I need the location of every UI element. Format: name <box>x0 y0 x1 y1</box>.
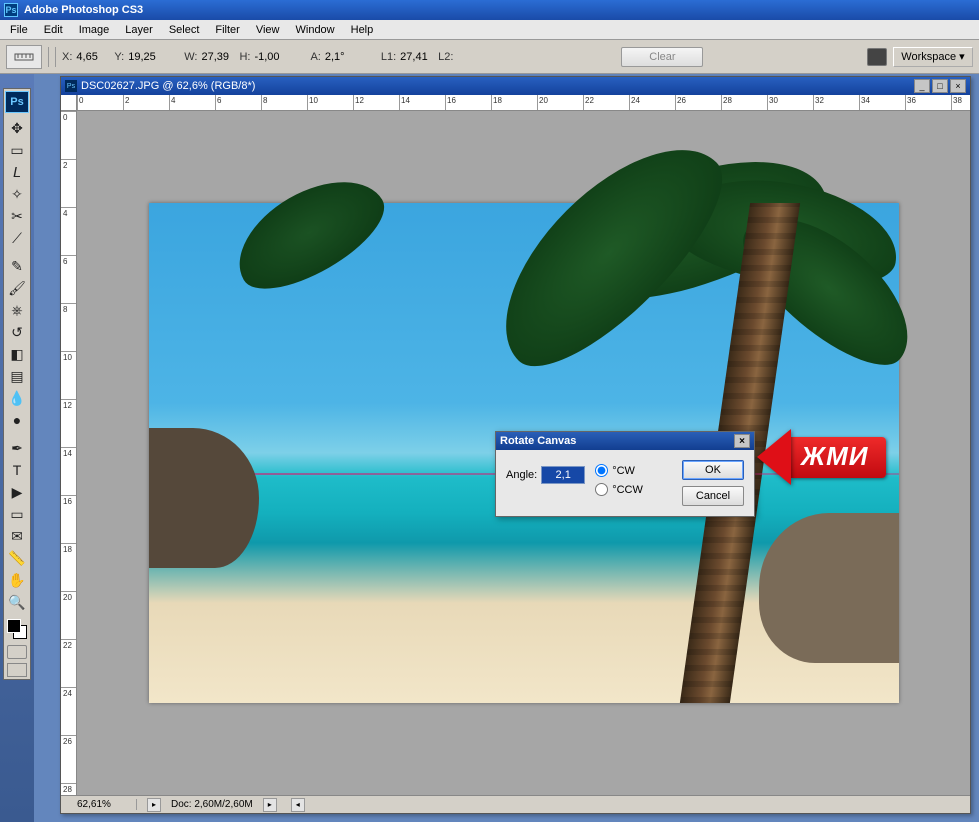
doc-minimize-button[interactable]: _ <box>914 79 930 93</box>
crop-tool[interactable]: ✂ <box>5 205 29 227</box>
document-titlebar[interactable]: Ps DSC02627.JPG @ 62,6% (RGB/8*) _ □ × <box>61 77 970 95</box>
rock-left <box>149 428 259 568</box>
hand-tool[interactable]: ✋ <box>5 569 29 591</box>
magic-wand-tool[interactable]: ✧ <box>5 183 29 205</box>
menu-window[interactable]: Window <box>288 22 343 38</box>
type-tool[interactable]: T <box>5 459 29 481</box>
toolbox-ps-badge: Ps <box>5 91 29 113</box>
dodge-tool[interactable]: ● <box>5 409 29 431</box>
field-h: H:-1,00 <box>239 51 286 63</box>
lasso-tool[interactable]: 𝘓 <box>5 161 29 183</box>
pen-tool[interactable]: ✒ <box>5 437 29 459</box>
field-w: W:27,39 <box>184 51 233 63</box>
ok-button[interactable]: OK <box>682 460 744 480</box>
field-l2: L2: <box>438 51 489 63</box>
quickmask-toggle[interactable] <box>7 645 27 659</box>
ccw-label: °CCW <box>612 484 643 496</box>
workspace-button[interactable]: Workspace ▾ <box>893 47 973 67</box>
screenmode-toggle[interactable] <box>7 663 27 677</box>
marquee-tool[interactable]: ▭ <box>5 139 29 161</box>
shape-tool[interactable]: ▭ <box>5 503 29 525</box>
doc-size-readout: Doc: 2,60M/2,60M <box>171 799 253 810</box>
eyedropper-tool[interactable]: 📏 <box>5 547 29 569</box>
menu-layer[interactable]: Layer <box>117 22 161 38</box>
ruler-horizontal[interactable]: 02468101214161820222426283032343638 <box>77 95 970 111</box>
brush-tool[interactable]: 🖌 <box>5 277 29 299</box>
menu-view[interactable]: View <box>248 22 288 38</box>
color-swatches[interactable] <box>7 619 27 639</box>
menu-image[interactable]: Image <box>71 22 118 38</box>
path-selection-tool[interactable]: ▶ <box>5 481 29 503</box>
toolbox-column: Ps ✥ ▭ 𝘓 ✧ ✂ ⟋ ✎ 🖌 ⎈ ↺ ◧ ▤ 💧 ● ✒ T ▶ ▭ ✉… <box>0 74 34 822</box>
document-title: DSC02627.JPG @ 62,6% (RGB/8*) <box>81 80 255 92</box>
move-tool[interactable]: ✥ <box>5 117 29 139</box>
dialog-close-button[interactable]: × <box>734 434 750 448</box>
ccw-radio[interactable]: °CCW <box>595 483 643 496</box>
cw-radio-input[interactable] <box>595 464 608 477</box>
annotation-arrow: ЖМИ <box>757 429 886 485</box>
ruler-vertical[interactable]: 0246810121416182022242628 <box>61 111 77 795</box>
healing-brush-tool[interactable]: ✎ <box>5 255 29 277</box>
canvas-viewport[interactable]: Rotate Canvas × Angle: °CW °CCW <box>77 111 970 795</box>
arrow-pointer-icon <box>757 429 791 485</box>
gradient-tool[interactable]: ▤ <box>5 365 29 387</box>
doc-maximize-button[interactable]: □ <box>932 79 948 93</box>
cancel-button[interactable]: Cancel <box>682 486 744 506</box>
dialog-title: Rotate Canvas <box>500 435 576 447</box>
menu-edit[interactable]: Edit <box>36 22 71 38</box>
doc-close-button[interactable]: × <box>950 79 966 93</box>
document-window: Ps DSC02627.JPG @ 62,6% (RGB/8*) _ □ × 0… <box>60 76 971 814</box>
menu-help[interactable]: Help <box>343 22 382 38</box>
clone-stamp-tool[interactable]: ⎈ <box>5 299 29 321</box>
field-x: X:4,65 <box>62 51 108 63</box>
angle-label: Angle: <box>506 469 537 481</box>
tool-preset-picker[interactable] <box>6 45 42 69</box>
scroll-left-button[interactable]: ◂ <box>291 798 305 812</box>
menu-select[interactable]: Select <box>161 22 208 38</box>
annotation-text: ЖМИ <box>791 437 886 478</box>
app-titlebar: Ps Adobe Photoshop CS3 <box>0 0 979 20</box>
slice-tool[interactable]: ⟋ <box>5 227 29 249</box>
field-y: Y:19,25 <box>114 51 160 63</box>
cw-label: °CW <box>612 465 635 477</box>
foreground-color[interactable] <box>7 619 21 633</box>
ruler-icon <box>14 50 34 64</box>
history-brush-tool[interactable]: ↺ <box>5 321 29 343</box>
blur-tool[interactable]: 💧 <box>5 387 29 409</box>
rock-right <box>759 513 899 663</box>
status-flyout-button[interactable]: ▸ <box>147 798 161 812</box>
cw-radio[interactable]: °CW <box>595 464 643 477</box>
app-icon: Ps <box>4 3 18 17</box>
options-bar: X:4,65 Y:19,25 W:27,39 H:-1,00 A:2,1° L1… <box>0 40 979 74</box>
workspace-area: Ps DSC02627.JPG @ 62,6% (RGB/8*) _ □ × 0… <box>34 74 979 822</box>
ruler-corner <box>61 95 77 111</box>
field-l1: L1:27,41 <box>381 51 432 63</box>
menubar: File Edit Image Layer Select Filter View… <box>0 20 979 40</box>
status-menu-button[interactable]: ▸ <box>263 798 277 812</box>
zoom-readout[interactable]: 62,61% <box>77 799 137 810</box>
app-title: Adobe Photoshop CS3 <box>24 4 143 16</box>
menu-filter[interactable]: Filter <box>207 22 247 38</box>
toolbox: Ps ✥ ▭ 𝘓 ✧ ✂ ⟋ ✎ 🖌 ⎈ ↺ ◧ ▤ 💧 ● ✒ T ▶ ▭ ✉… <box>3 88 31 680</box>
menu-file[interactable]: File <box>2 22 36 38</box>
ccw-radio-input[interactable] <box>595 483 608 496</box>
clear-button[interactable]: Clear <box>621 47 703 67</box>
angle-input[interactable] <box>541 466 585 484</box>
notes-tool[interactable]: ✉ <box>5 525 29 547</box>
field-a: A:2,1° <box>310 51 356 63</box>
bridge-icon[interactable] <box>867 48 887 66</box>
dialog-titlebar[interactable]: Rotate Canvas × <box>496 432 754 450</box>
document-statusbar: 62,61% ▸ Doc: 2,60M/2,60M ▸ ◂ <box>61 795 970 813</box>
doc-ps-icon: Ps <box>65 80 77 92</box>
grip <box>48 47 56 67</box>
zoom-tool[interactable]: 🔍 <box>5 591 29 613</box>
eraser-tool[interactable]: ◧ <box>5 343 29 365</box>
palm-leaf <box>219 158 398 307</box>
rotate-canvas-dialog: Rotate Canvas × Angle: °CW °CCW <box>495 431 755 517</box>
